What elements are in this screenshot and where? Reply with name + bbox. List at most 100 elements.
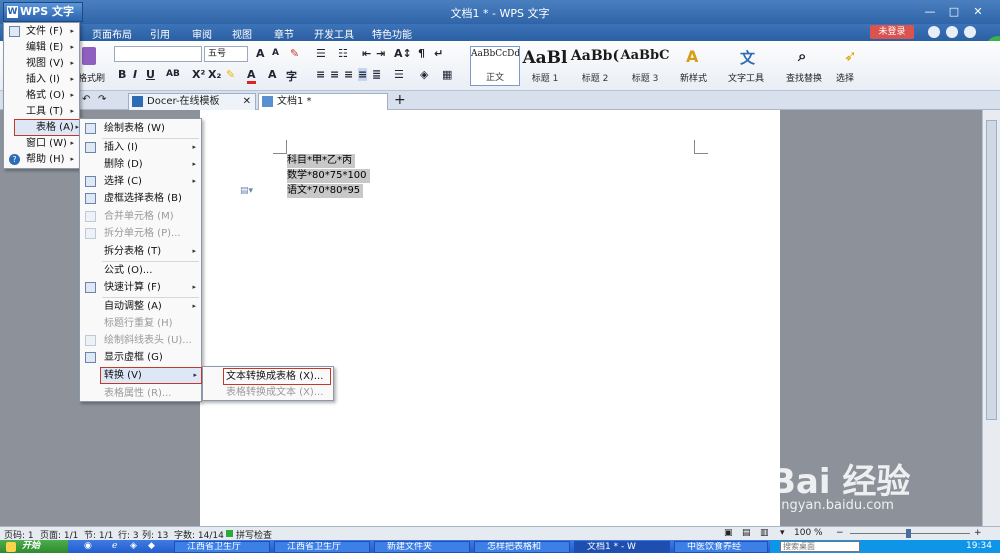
strikethrough-icon[interactable]: AB <box>166 69 180 79</box>
menu-item-delete[interactable]: 删除 (D) ▸ <box>80 156 201 173</box>
minimize-button[interactable]: — <box>920 4 940 20</box>
login-button[interactable]: 未登录 <box>870 25 914 39</box>
new-tab-icon[interactable]: + <box>394 92 406 108</box>
quicklaunch-icon[interactable]: ◈ <box>130 541 137 551</box>
menu-item-formula[interactable]: 公式 (O)... <box>80 262 201 279</box>
font-family-combo[interactable] <box>114 46 202 62</box>
taskbar-button[interactable]: 文档1 * - W <box>574 541 670 553</box>
scroll-thumb[interactable] <box>986 120 997 420</box>
sort-icon[interactable]: A↕ <box>394 47 412 60</box>
menu-item-convert[interactable]: 转换 (V) ▸ <box>100 367 202 384</box>
menu-item-show-gridlines[interactable]: 显示虚框 (G) <box>80 349 201 366</box>
menu-item-quick-calc[interactable]: 快速计算 (F) ▸ <box>80 279 201 296</box>
vertical-scrollbar[interactable] <box>982 110 1000 526</box>
taskbar-button[interactable]: 怎样把表格和 <box>474 541 570 553</box>
undo-icon[interactable]: ↶ <box>82 94 90 105</box>
borders-icon[interactable]: ▦ <box>442 68 452 81</box>
taskbar-button[interactable]: 江西省卫生厅 <box>174 541 270 553</box>
font-color-icon[interactable]: A <box>247 68 256 84</box>
align-left-icon[interactable]: ≡ <box>316 68 325 81</box>
style-heading3[interactable]: AaBbC 标题 3 <box>620 46 670 86</box>
bold-icon[interactable]: B <box>118 68 126 81</box>
grow-font-icon[interactable]: A <box>256 47 265 60</box>
quicklaunch-icon[interactable]: ◆ <box>148 541 155 551</box>
phonetic-icon[interactable]: 字 <box>286 68 297 84</box>
style-heading1[interactable]: AaBl 标题 1 <box>520 46 570 86</box>
bullets-icon[interactable]: ☰ <box>316 47 326 60</box>
help-icon[interactable] <box>946 26 958 38</box>
document-line[interactable]: 数学*80*75*100 <box>287 169 370 183</box>
start-button[interactable]: 开始 <box>0 540 68 553</box>
zoom-in-icon[interactable]: + <box>974 528 982 538</box>
web-view-icon[interactable]: ▥ <box>760 528 769 538</box>
show-hide-icon[interactable]: ↵ <box>434 47 443 60</box>
close-button[interactable]: ✕ <box>968 4 988 20</box>
zoom-slider-thumb[interactable] <box>906 529 911 538</box>
subscript-icon[interactable]: X₂ <box>208 68 221 81</box>
indent-increase-icon[interactable]: ⇥ <box>376 47 385 60</box>
menu-item-view[interactable]: 视图 (V) ▸ <box>4 55 79 72</box>
taskbar-button[interactable]: 江西省卫生厅 <box>274 541 370 553</box>
document-line[interactable]: 科目*甲*乙*丙 <box>287 154 355 168</box>
tab-docer[interactable]: Docer-在线模板 ✕ <box>128 93 256 110</box>
quicklaunch-icon[interactable]: ◉ <box>84 541 92 551</box>
full-screen-icon[interactable]: ▣ <box>724 528 733 538</box>
menu-item-text-to-table[interactable]: 文本转换成表格 (X)... <box>223 368 331 385</box>
text-tools-icon[interactable]: 文 <box>740 47 755 68</box>
ie-icon[interactable]: ℯ <box>112 541 117 551</box>
menu-item-split-table[interactable]: 拆分表格 (T) ▸ <box>80 243 201 260</box>
tab-view[interactable]: 视图 <box>232 26 252 41</box>
line-spacing-icon[interactable]: ☰ <box>394 68 404 81</box>
format-painter-label[interactable]: 格式刷 <box>78 71 105 84</box>
settings-icon[interactable] <box>964 26 976 38</box>
taskbar-button[interactable]: 中医饮食养经 <box>674 541 768 553</box>
binoculars-icon[interactable]: ⌕ <box>798 47 806 65</box>
menu-item-autofit[interactable]: 自动调整 (A) ▸ <box>80 298 201 315</box>
menu-item-table[interactable]: 表格 (A) ▸ <box>14 119 84 136</box>
distribute-icon[interactable]: ≣ <box>372 68 381 81</box>
tab-references[interactable]: 引用 <box>150 26 170 41</box>
paragraph-marks-icon[interactable]: ¶ <box>418 47 425 60</box>
numbering-icon[interactable]: ☷ <box>338 47 348 60</box>
paste-options-icon[interactable]: ▤▾ <box>240 186 253 196</box>
char-shading-icon[interactable]: A <box>268 68 277 81</box>
superscript-icon[interactable]: X² <box>192 68 205 81</box>
find-replace-label[interactable]: 查找替换 <box>786 71 822 84</box>
tab-review[interactable]: 审阅 <box>192 26 212 41</box>
align-right-icon[interactable]: ≡ <box>344 68 353 81</box>
close-tab-icon[interactable]: ✕ <box>243 94 251 109</box>
tab-chapter[interactable]: 章节 <box>274 26 294 41</box>
menu-item-select[interactable]: 选择 (C) ▸ <box>80 173 201 190</box>
menu-item-window[interactable]: 窗口 (W) ▸ <box>4 135 79 152</box>
tab-features[interactable]: 特色功能 <box>372 26 412 41</box>
menu-item-edit[interactable]: 编辑 (E) ▸ <box>4 39 79 56</box>
select-label[interactable]: 选择 <box>836 71 854 84</box>
indent-decrease-icon[interactable]: ⇤ <box>362 47 371 60</box>
font-size-combo[interactable]: 五号 <box>204 46 248 62</box>
document-line[interactable]: 语文*70*80*95 <box>287 184 364 198</box>
menu-item-help[interactable]: ? 帮助 (H) ▸ <box>4 151 79 168</box>
taskbar-button[interactable]: 新建文件夹 <box>374 541 470 553</box>
menu-item-insert[interactable]: 插入 (I) ▸ <box>80 139 201 156</box>
italic-icon[interactable]: I <box>133 68 137 81</box>
shrink-font-icon[interactable]: A <box>272 48 279 58</box>
align-center-icon[interactable]: ≡ <box>330 68 339 81</box>
tab-document1[interactable]: 文档1 * <box>258 93 388 110</box>
shading-icon[interactable]: ◈ <box>420 68 428 81</box>
menu-item-format[interactable]: 格式 (O) ▸ <box>4 87 79 104</box>
menu-item-insert[interactable]: 插入 (I) ▸ <box>4 71 79 88</box>
style-heading2[interactable]: AaBb(标题 2 <box>570 46 620 86</box>
underline-icon[interactable]: U <box>146 68 155 81</box>
style-normal[interactable]: AaBbCcDd 正文 <box>470 46 520 86</box>
menu-item-frame-select[interactable]: 虚框选择表格 (B) <box>80 190 201 207</box>
justify-icon[interactable]: ≡ <box>358 68 368 81</box>
new-style-label[interactable]: 新样式 <box>680 71 707 84</box>
maximize-button[interactable]: □ <box>944 4 964 20</box>
new-style-icon[interactable]: A <box>686 47 698 66</box>
text-tools-label[interactable]: 文字工具 <box>728 71 764 84</box>
menu-item-draw-table[interactable]: 绘制表格 (W) <box>80 120 201 137</box>
redo-icon[interactable]: ↷ <box>98 94 106 105</box>
clear-format-icon[interactable]: ✎ <box>290 47 299 60</box>
highlight-icon[interactable]: ✎ <box>226 68 235 81</box>
cursor-icon[interactable]: ➶ <box>844 47 857 65</box>
